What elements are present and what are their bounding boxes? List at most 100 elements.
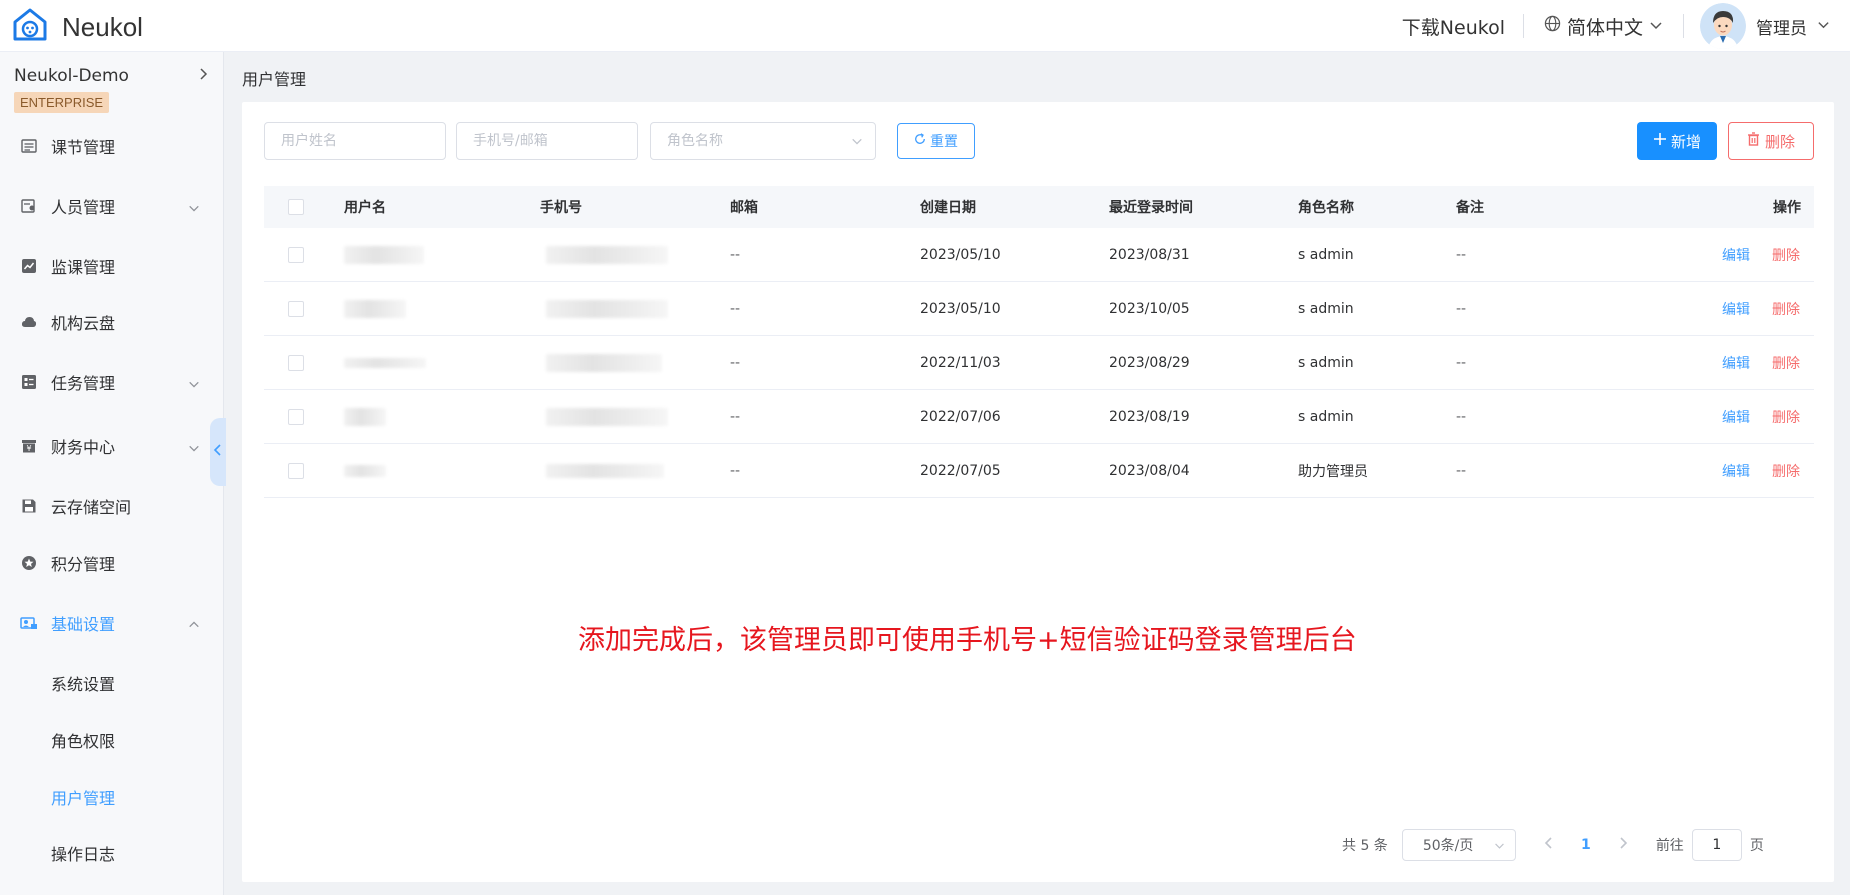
col-last-login: 最近登录时间 [1109, 200, 1193, 216]
col-role: 角色名称 [1298, 200, 1354, 216]
download-link[interactable]: 下载Neukol [1384, 13, 1523, 40]
edit-link[interactable]: 编辑 [1722, 228, 1750, 281]
save-disk-icon [20, 497, 38, 515]
prev-page-button[interactable] [1534, 837, 1564, 853]
org-name: Neukol-Demo [14, 66, 129, 86]
page-number-current[interactable]: 1 [1564, 837, 1608, 853]
table-header: 用户名 手机号 邮箱 创建日期 最近登录时间 角色名称 备注 操作 [264, 186, 1814, 228]
sidebar-subitem-role-permissions[interactable]: 角色权限 [51, 725, 115, 755]
edit-link[interactable]: 编辑 [1722, 444, 1750, 497]
cell-remark: -- [1456, 300, 1467, 317]
chevron-right-icon [196, 66, 210, 86]
cell-last-login: 2023/08/29 [1109, 354, 1190, 371]
add-button[interactable]: 新增 [1637, 122, 1717, 160]
sidebar-item-label: 机构云盘 [51, 314, 116, 333]
row-checkbox[interactable] [288, 408, 304, 425]
edit-link[interactable]: 编辑 [1722, 282, 1750, 335]
org-switcher[interactable]: Neukol-Demo [14, 66, 210, 86]
table-row: -- 2023/05/10 2023/10/05 s admin -- 编辑 删… [264, 282, 1814, 336]
sidebar-subitem-system-settings[interactable]: 系统设置 [51, 668, 115, 698]
sidebar-item-label: 财务中心 [51, 438, 116, 457]
delete-link[interactable]: 删除 [1772, 282, 1800, 335]
refresh-icon [914, 133, 926, 149]
delete-link[interactable]: 删除 [1772, 390, 1800, 443]
plus-icon [1653, 132, 1667, 150]
username-filter[interactable] [264, 122, 446, 160]
chevron-down-icon [188, 199, 200, 218]
cell-last-login: 2023/08/04 [1109, 462, 1190, 479]
language-label: 简体中文 [1566, 16, 1643, 39]
bulk-delete-button[interactable]: 删除 [1728, 122, 1814, 160]
cell-last-login: 2023/08/31 [1109, 246, 1190, 263]
chevron-left-icon [213, 444, 223, 460]
table-row: -- 2023/05/10 2023/08/31 s admin -- 编辑 删… [264, 228, 1814, 282]
user-menu[interactable]: 管理员 [1684, 3, 1830, 49]
sidebar-subitem-operation-log[interactable]: 操作日志 [51, 838, 115, 868]
delete-link[interactable]: 删除 [1772, 336, 1800, 389]
sidebar-subitem-user-management[interactable]: 用户管理 [51, 782, 115, 812]
sidebar-item-tasks[interactable]: 任务管理 [0, 362, 224, 402]
row-checkbox[interactable] [288, 300, 304, 317]
chevron-down-icon [188, 439, 200, 458]
chevron-down-icon [1649, 15, 1663, 37]
col-ops: 操作 [1773, 200, 1801, 216]
sidebar-item-cloud-storage[interactable]: 云存储空间 [0, 486, 224, 526]
role-select-input[interactable] [667, 133, 875, 149]
sidebar-item-people[interactable]: 人员管理 [0, 186, 224, 226]
redacted-phone [546, 407, 668, 426]
table-row: -- 2022/07/05 2023/08/04 助力管理员 -- 编辑 删除 [264, 444, 1814, 498]
finance-icon: ¥ [20, 437, 38, 455]
col-phone: 手机号 [540, 200, 582, 216]
brand[interactable]: Neukol [12, 7, 143, 47]
role-select[interactable] [650, 122, 876, 160]
cell-created: 2022/07/05 [920, 462, 1001, 479]
edit-link[interactable]: 编辑 [1722, 336, 1750, 389]
redacted-username [344, 464, 386, 477]
sidebar-item-points[interactable]: 积分管理 [0, 543, 224, 583]
cell-created: 2023/05/10 [920, 300, 1001, 317]
phone-email-filter[interactable] [456, 122, 638, 160]
cell-email: -- [730, 408, 741, 425]
next-page-button[interactable] [1608, 837, 1638, 853]
redacted-username [344, 407, 386, 426]
delete-link[interactable]: 删除 [1772, 228, 1800, 281]
cell-created: 2023/05/10 [920, 246, 1001, 263]
cell-last-login: 2023/08/19 [1109, 408, 1190, 425]
chevron-down-icon [1494, 839, 1505, 855]
edition-badge: ENTERPRISE [14, 92, 110, 113]
sidebar-item-finance[interactable]: ¥ 财务中心 [0, 426, 224, 466]
pagination: 共 5 条 50条/页 1 前往 页 [1342, 828, 1764, 862]
sidebar-collapse-button[interactable] [210, 418, 226, 486]
row-checkbox[interactable] [288, 246, 304, 263]
chevron-down-icon [851, 135, 863, 151]
users-table: 用户名 手机号 邮箱 创建日期 最近登录时间 角色名称 备注 操作 -- 202… [264, 186, 1814, 498]
delete-link[interactable]: 删除 [1772, 444, 1800, 497]
col-username: 用户名 [344, 200, 386, 216]
sidebar-item-cloud-drive[interactable]: 机构云盘 [0, 302, 224, 342]
cell-last-login: 2023/10/05 [1109, 300, 1190, 317]
language-switcher[interactable]: 简体中文 [1524, 13, 1683, 40]
cell-role: s admin [1298, 246, 1354, 263]
sidebar-item-lessons[interactable]: 课节管理 [0, 126, 224, 166]
phone-email-input[interactable] [473, 133, 637, 149]
row-checkbox[interactable] [288, 354, 304, 371]
star-badge-icon [20, 554, 38, 572]
edit-link[interactable]: 编辑 [1722, 390, 1750, 443]
select-all-checkbox[interactable] [288, 199, 304, 215]
cell-role: s admin [1298, 300, 1354, 317]
row-checkbox[interactable] [288, 462, 304, 479]
sidebar: Neukol-Demo ENTERPRISE [0, 52, 224, 895]
cell-role: s admin [1298, 408, 1354, 425]
goto-suffix: 页 [1749, 838, 1764, 854]
page-size-select[interactable]: 50条/页 [1401, 829, 1516, 861]
sidebar-item-monitoring[interactable]: 监课管理 [0, 246, 224, 286]
sidebar-item-label: 基础设置 [51, 615, 116, 634]
cell-remark: -- [1456, 354, 1467, 371]
sidebar-item-basic-settings[interactable]: 基础设置 [0, 603, 224, 643]
goto-page-input[interactable] [1691, 829, 1742, 861]
cell-role: s admin [1298, 354, 1354, 371]
reset-button[interactable]: 重置 [897, 123, 975, 159]
cell-created: 2022/11/03 [920, 354, 1001, 371]
top-header: Neukol 下载Neukol 简体中文 管理员 [0, 0, 1850, 52]
username-input[interactable] [281, 133, 445, 149]
